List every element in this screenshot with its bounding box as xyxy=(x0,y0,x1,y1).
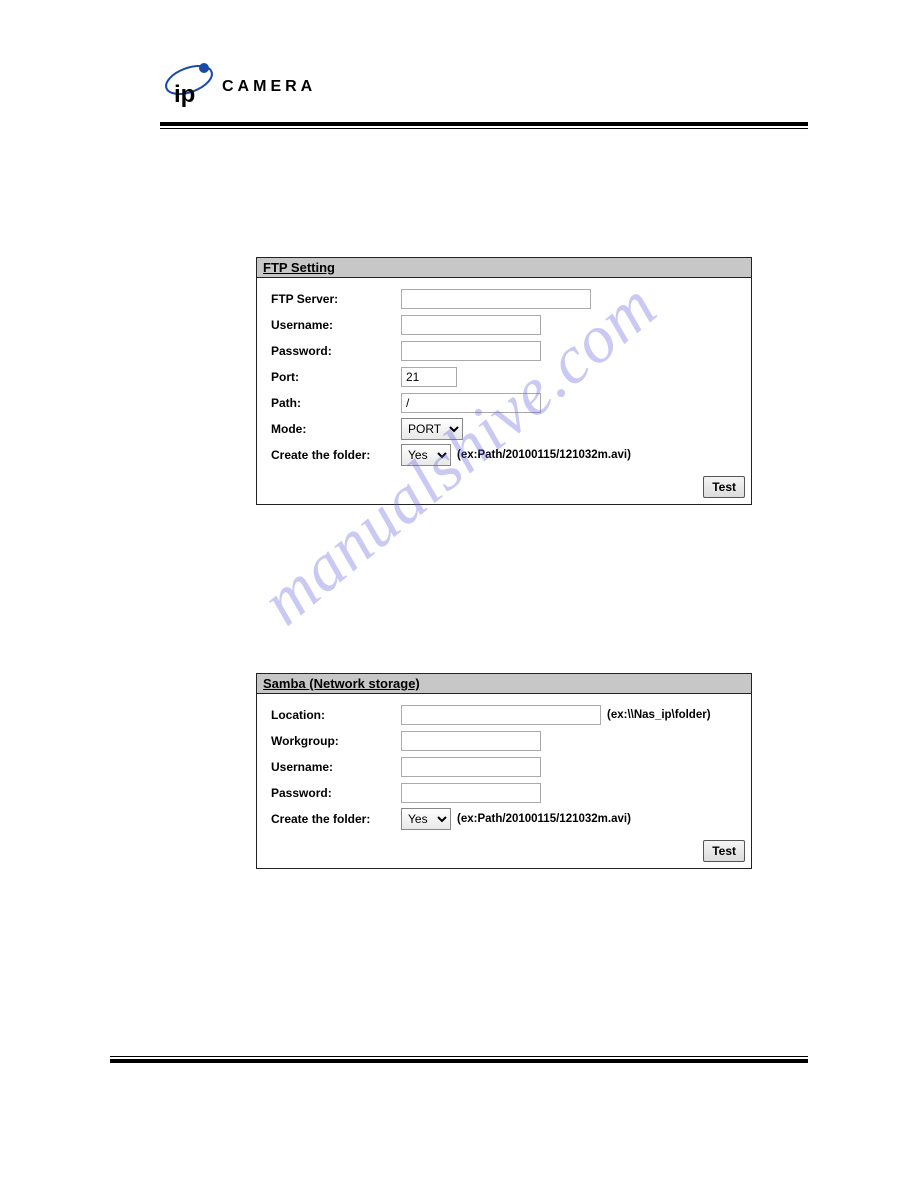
samba-panel-body: Location: (ex:\\Nas_ip\folder) Workgroup… xyxy=(257,694,751,838)
ftp-password-input[interactable] xyxy=(401,341,541,361)
ftp-mode-row: Mode: PORT xyxy=(271,416,737,442)
samba-username-label: Username: xyxy=(271,760,401,774)
ftp-test-button[interactable]: Test xyxy=(703,476,745,498)
ftp-mode-select[interactable]: PORT xyxy=(401,418,463,440)
samba-username-row: Username: xyxy=(271,754,737,780)
ftp-path-label: Path: xyxy=(271,396,401,410)
samba-location-hint: (ex:\\Nas_ip\folder) xyxy=(607,709,711,721)
ftp-port-row: Port: xyxy=(271,364,737,390)
ftp-server-input[interactable] xyxy=(401,289,591,309)
samba-panel-title: Samba (Network storage) xyxy=(257,674,751,694)
ftp-username-row: Username: xyxy=(271,312,737,338)
top-divider xyxy=(160,122,808,129)
samba-location-row: Location: (ex:\\Nas_ip\folder) xyxy=(271,702,737,728)
ftp-button-row: Test xyxy=(257,474,751,504)
ftp-password-label: Password: xyxy=(271,344,401,358)
ftp-createfolder-select[interactable]: Yes xyxy=(401,444,451,466)
samba-username-input[interactable] xyxy=(401,757,541,777)
document-page: ip CAMERA manualshive.com FTP Setting FT… xyxy=(0,0,918,909)
ftp-username-input[interactable] xyxy=(401,315,541,335)
bottom-divider xyxy=(110,1056,808,1063)
samba-password-label: Password: xyxy=(271,786,401,800)
brand-text: CAMERA xyxy=(222,78,316,96)
ftp-username-label: Username: xyxy=(271,318,401,332)
ftp-createfolder-row: Create the folder: Yes (ex:Path/20100115… xyxy=(271,442,737,468)
samba-panel: Samba (Network storage) Location: (ex:\\… xyxy=(256,673,752,869)
samba-workgroup-row: Workgroup: xyxy=(271,728,737,754)
ftp-path-row: Path: xyxy=(271,390,737,416)
ftp-createfolder-hint: (ex:Path/20100115/121032m.avi) xyxy=(457,449,631,461)
samba-createfolder-hint: (ex:Path/20100115/121032m.avi) xyxy=(457,813,631,825)
ftp-mode-label: Mode: xyxy=(271,422,401,436)
samba-createfolder-row: Create the folder: Yes (ex:Path/20100115… xyxy=(271,806,737,832)
samba-location-label: Location: xyxy=(271,708,401,722)
ftp-createfolder-label: Create the folder: xyxy=(271,448,401,462)
ftp-setting-panel: FTP Setting FTP Server: Username: Passwo… xyxy=(256,257,752,505)
samba-createfolder-select[interactable]: Yes xyxy=(401,808,451,830)
samba-createfolder-label: Create the folder: xyxy=(271,812,401,826)
ftp-panel-body: FTP Server: Username: Password: Port: xyxy=(257,278,751,474)
ftp-server-row: FTP Server: xyxy=(271,286,737,312)
ftp-port-label: Port: xyxy=(271,370,401,384)
samba-button-row: Test xyxy=(257,838,751,868)
bottom-divider-wrap xyxy=(110,1056,808,1063)
samba-test-button[interactable]: Test xyxy=(703,840,745,862)
samba-location-input[interactable] xyxy=(401,705,601,725)
brand-logo: ip CAMERA xyxy=(160,60,808,114)
samba-password-input[interactable] xyxy=(401,783,541,803)
svg-text:ip: ip xyxy=(174,81,195,108)
ftp-password-row: Password: xyxy=(271,338,737,364)
samba-workgroup-label: Workgroup: xyxy=(271,734,401,748)
ftp-path-input[interactable] xyxy=(401,393,541,413)
samba-workgroup-input[interactable] xyxy=(401,731,541,751)
ip-logo-icon: ip xyxy=(160,60,218,114)
ftp-port-input[interactable] xyxy=(401,367,457,387)
ftp-panel-title: FTP Setting xyxy=(257,258,751,278)
ftp-server-label: FTP Server: xyxy=(271,292,401,306)
samba-password-row: Password: xyxy=(271,780,737,806)
